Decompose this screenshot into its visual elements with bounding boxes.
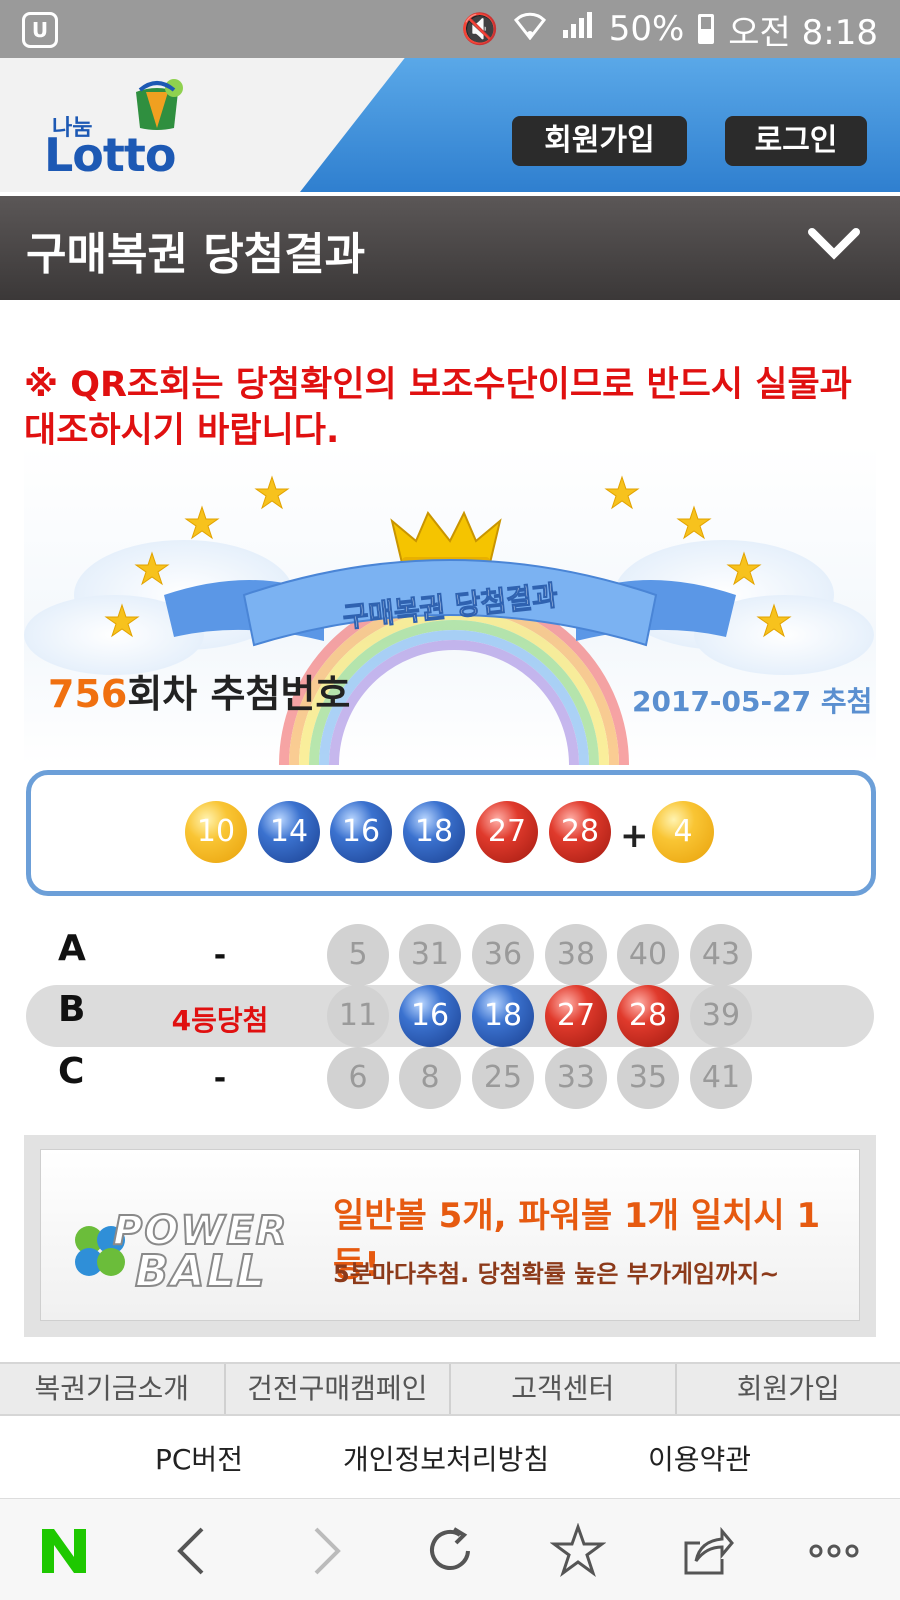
winning-ball: 28 — [549, 801, 611, 863]
bonus-plus: + — [620, 816, 649, 856]
matched-ball: 27 — [545, 985, 607, 1047]
ticket-ball: 40 — [617, 924, 679, 986]
matched-ball: 16 — [399, 985, 461, 1047]
n-home-icon[interactable] — [36, 1523, 92, 1579]
winning-ball: 14 — [258, 801, 320, 863]
chevron-down-icon[interactable] — [806, 224, 862, 264]
footer-nav: 복권기금소개 건전구매캠페인 고객센터 회원가입 — [0, 1362, 900, 1416]
ticket-result: - — [213, 938, 227, 973]
battery-icon — [698, 14, 715, 44]
ticket-label: A — [58, 928, 86, 969]
join-button[interactable]: 회원가입 — [512, 116, 687, 166]
clock: 오전 8:18 — [728, 12, 878, 53]
footer-link-terms[interactable]: 이용약관 — [648, 1438, 751, 1478]
matched-ball: 18 — [472, 985, 534, 1047]
footer-links: PC버전 개인정보처리방침 이용약관 — [0, 1418, 900, 1498]
draw-date: 2017-05-27 추첨 — [632, 685, 873, 718]
ticket-ball: 41 — [690, 1047, 752, 1109]
browser-toolbar — [0, 1498, 900, 1600]
footer-nav-join[interactable]: 회원가입 — [677, 1364, 900, 1414]
app-notification-icon: U — [22, 12, 58, 48]
footer-nav-campaign[interactable]: 건전구매캠페인 — [226, 1364, 451, 1414]
ad-subline: 5분마다추첨. 당첨확률 높은 부가게임까지~ — [333, 1260, 780, 1288]
site-header: 나눔 Lotto 회원가입 로그인 — [0, 58, 900, 192]
matched-ball: 28 — [617, 985, 679, 1047]
round-suffix: 회차 추첨번호 — [127, 672, 351, 716]
ticket-ball: 6 — [327, 1047, 389, 1109]
ticket-ball: 25 — [472, 1047, 534, 1109]
status-bar: U 🔇 50% 오전 8:18 — [0, 0, 900, 58]
forward-icon[interactable] — [296, 1523, 352, 1579]
qr-notice: ※ QR조회는 당첨확인의 보조수단이므로 반드시 실물과 대조하시기 바랍니다… — [24, 365, 852, 451]
powerball-ad[interactable]: POWER BALL 일반볼 5개, 파워볼 1개 일치시 1등! 5분마다추첨… — [24, 1135, 876, 1337]
ticket-ball: 33 — [545, 1047, 607, 1109]
powerball-ad-card[interactable]: POWER BALL 일반볼 5개, 파워볼 1개 일치시 1등! 5분마다추첨… — [40, 1149, 860, 1321]
signal-icon — [561, 10, 595, 48]
ticket-result: - — [213, 1061, 227, 1096]
mute-icon: 🔇 — [461, 11, 499, 47]
logo-lotto-text[interactable]: Lotto — [44, 128, 176, 182]
reload-icon[interactable] — [422, 1523, 478, 1579]
login-button[interactable]: 로그인 — [725, 116, 867, 166]
ticket-ball: 35 — [617, 1047, 679, 1109]
ticket-ball: 39 — [690, 985, 752, 1047]
page-title-bar: 구매복권 당첨결과 — [0, 196, 900, 300]
bookmark-star-icon[interactable] — [550, 1523, 606, 1579]
powerball-logo-line2: BALL — [134, 1245, 267, 1298]
ticket-ball: 31 — [399, 924, 461, 986]
ticket-ball: 5 — [327, 924, 389, 986]
winning-ball: 18 — [403, 801, 465, 863]
ticket-label: C — [58, 1051, 85, 1092]
bonus-ball: 4 — [652, 801, 714, 863]
footer-nav-fund-intro[interactable]: 복권기금소개 — [0, 1364, 226, 1414]
ticket-ball: 11 — [327, 985, 389, 1047]
status-bar-right: 🔇 50% 오전 8:18 — [461, 8, 878, 53]
more-icon[interactable] — [806, 1523, 862, 1579]
ticket-label: B — [58, 989, 86, 1030]
page-title: 구매복권 당첨결과 — [26, 229, 366, 280]
ticket-result: 4등당첨 — [171, 1004, 269, 1037]
winning-ball: 27 — [476, 801, 538, 863]
ticket-ball: 43 — [690, 924, 752, 986]
round-number: 756 — [48, 672, 128, 716]
back-icon[interactable] — [166, 1523, 222, 1579]
winning-ball: 16 — [330, 801, 392, 863]
footer-link-privacy[interactable]: 개인정보처리방침 — [343, 1438, 549, 1478]
wifi-icon — [513, 10, 547, 48]
ticket-ball: 36 — [472, 924, 534, 986]
ticket-ball: 8 — [399, 1047, 461, 1109]
footer-link-pc-version[interactable]: PC버전 — [155, 1438, 243, 1478]
battery-percent: 50% — [608, 9, 685, 49]
ticket-ball: 38 — [545, 924, 607, 986]
round-title: 756회차 추첨번호 — [48, 663, 350, 718]
footer-nav-customer-center[interactable]: 고객센터 — [451, 1364, 677, 1414]
powerball-logo: POWER BALL — [65, 1200, 295, 1298]
winning-ball: 10 — [185, 801, 247, 863]
lotto-bag-logo-icon — [136, 79, 183, 130]
share-icon[interactable] — [678, 1523, 734, 1579]
